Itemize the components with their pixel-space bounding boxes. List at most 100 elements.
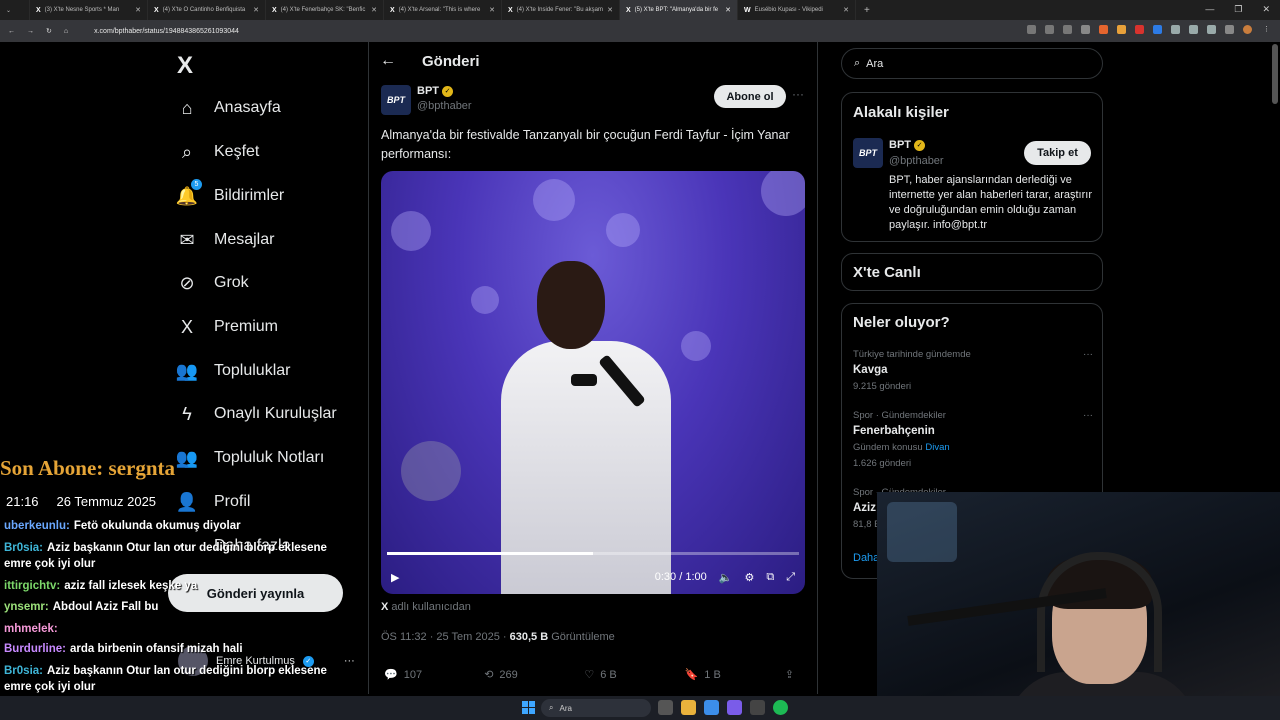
sidebar-item-verified-orgs[interactable]: ϟ Onaylı Kuruluşlar bbox=[176, 403, 336, 425]
repost-button[interactable]: ⟲ 269 bbox=[484, 668, 584, 682]
extension-icon[interactable] bbox=[1117, 25, 1126, 34]
close-icon[interactable]: ✕ bbox=[489, 6, 495, 14]
more-icon[interactable]: ··· bbox=[344, 655, 355, 667]
video-progress-bar[interactable] bbox=[387, 552, 799, 555]
minimize-icon[interactable]: — bbox=[1205, 4, 1214, 15]
spotify-icon[interactable] bbox=[773, 700, 788, 715]
follow-button[interactable]: Takip et bbox=[1024, 141, 1091, 165]
discord-icon[interactable] bbox=[727, 700, 742, 715]
back-icon[interactable]: ← bbox=[8, 28, 15, 35]
author-avatar[interactable]: BPT bbox=[381, 85, 411, 115]
extension-icon[interactable] bbox=[1099, 25, 1108, 34]
sidebar-item-community-notes[interactable]: 👥 Topluluk Notları bbox=[176, 447, 324, 469]
video-source[interactable]: X adlı kullanıcıdan bbox=[381, 601, 471, 613]
heart-icon: ♡ bbox=[584, 669, 595, 681]
forward-icon[interactable]: → bbox=[27, 28, 34, 35]
close-icon[interactable]: ✕ bbox=[607, 6, 613, 14]
sidebar-item-label: Topluluklar bbox=[214, 362, 291, 379]
more-icon[interactable]: ··· bbox=[1083, 410, 1093, 421]
obs-icon[interactable] bbox=[750, 700, 765, 715]
sidebar-item-profile[interactable]: 👤 Profil bbox=[176, 491, 251, 513]
like-button[interactable]: ♡ 6 B bbox=[584, 668, 684, 682]
zoom-icon[interactable] bbox=[1045, 25, 1054, 34]
extension-icon[interactable] bbox=[1135, 25, 1144, 34]
search-icon: ⌕ bbox=[549, 703, 554, 712]
author-handle[interactable]: @bpthaber bbox=[417, 100, 472, 112]
new-tab-button[interactable]: + bbox=[864, 5, 870, 16]
maximize-icon[interactable]: ❐ bbox=[1234, 4, 1242, 15]
browser-menu-icon[interactable]: ⋮ bbox=[1263, 25, 1270, 33]
bookmark-star-icon[interactable] bbox=[1081, 25, 1090, 34]
extension-icon[interactable] bbox=[1189, 25, 1198, 34]
sidebar-item-communities[interactable]: 👥 Topluluklar bbox=[176, 360, 291, 382]
page-scrollbar[interactable] bbox=[1272, 44, 1278, 104]
x-logo-icon[interactable]: X bbox=[177, 52, 193, 80]
close-icon[interactable]: ✕ bbox=[253, 6, 259, 14]
close-icon[interactable]: ✕ bbox=[725, 6, 731, 14]
author-name[interactable]: BPT ✓ bbox=[417, 85, 453, 97]
folder-icon[interactable] bbox=[681, 700, 696, 715]
profile-avatar[interactable] bbox=[1243, 25, 1252, 34]
chrome-icon[interactable] bbox=[704, 700, 719, 715]
tab-menu-icon[interactable]: ⌄ bbox=[6, 7, 11, 14]
x-logo-icon: X bbox=[626, 6, 631, 14]
browser-tab[interactable]: X (4) X'te Fenerbahçe SK: "Benfic ✕ bbox=[266, 0, 384, 20]
tab-nesne-sports[interactable]: ⌄ bbox=[0, 0, 30, 20]
close-icon[interactable]: ✕ bbox=[843, 6, 849, 14]
back-arrow-icon[interactable]: ← bbox=[380, 52, 396, 70]
share-icon[interactable] bbox=[1063, 25, 1072, 34]
browser-tab[interactable]: X (4) X'te Arsenal: "This is where ✕ bbox=[384, 0, 502, 20]
volume-icon[interactable]: 🔈 bbox=[719, 571, 733, 584]
close-window-icon[interactable]: ✕ bbox=[1262, 4, 1270, 15]
reload-icon[interactable]: ↻ bbox=[46, 27, 52, 35]
subscribe-button[interactable]: Abone ol bbox=[714, 85, 786, 108]
sidebar-item-premium[interactable]: X Premium bbox=[176, 316, 278, 338]
sidebar-icon[interactable] bbox=[1225, 25, 1234, 34]
browser-tab[interactable]: W Eusébio Kupası - Vikipedi ✕ bbox=[738, 0, 856, 20]
extension-icon[interactable] bbox=[1171, 25, 1180, 34]
more-options-icon[interactable]: ··· bbox=[792, 87, 804, 101]
url-field[interactable]: x.com/bpthaber/status/194884386526109304… bbox=[94, 28, 239, 35]
windows-start-icon[interactable] bbox=[522, 701, 535, 714]
avatar[interactable]: BPT bbox=[853, 138, 883, 168]
browser-tab-active[interactable]: X (5) X'te BPT: "Almanya'da bir fe ✕ bbox=[620, 0, 738, 20]
fullscreen-icon[interactable]: ⤢ bbox=[786, 571, 795, 584]
trend-link[interactable]: Divan bbox=[925, 442, 949, 453]
sidebar-item-grok[interactable]: ⊘ Grok bbox=[176, 272, 248, 294]
sidebar-item-home[interactable]: ⌂ Anasayfa bbox=[176, 97, 281, 119]
video-player[interactable]: ▶ 0:30 / 1:00 🔈 ⚙ ⧉ ⤢ bbox=[381, 171, 805, 594]
play-icon[interactable]: ▶ bbox=[391, 571, 399, 584]
trend-item[interactable]: Spor · Gündemdekiler Fenerbahçenin Günde… bbox=[853, 410, 1093, 469]
file-explorer-icon[interactable] bbox=[658, 700, 673, 715]
extension-icon[interactable] bbox=[1153, 25, 1162, 34]
reply-button[interactable]: 💬 107 bbox=[384, 668, 484, 682]
browser-tab[interactable]: X (4) X'te Inside Fener: "Bu akşam ✕ bbox=[502, 0, 620, 20]
x-logo-icon: X bbox=[272, 6, 277, 14]
taskbar-apps bbox=[658, 700, 788, 715]
show-more-link[interactable]: Daha bbox=[853, 552, 879, 564]
taskbar-search[interactable]: ⌕ Ara bbox=[541, 699, 651, 717]
browser-tab[interactable]: X (4) X'te O Cantinho Benfiquista ✕ bbox=[148, 0, 266, 20]
extensions-puzzle-icon[interactable] bbox=[1207, 25, 1216, 34]
settings-gear-icon[interactable]: ⚙ bbox=[744, 571, 754, 584]
trend-item[interactable]: Türkiye tarihinde gündemde Kavga 9.215 g… bbox=[853, 349, 1093, 392]
webcam-overlay bbox=[877, 492, 1280, 720]
share-button[interactable]: ⇪ bbox=[785, 668, 804, 681]
close-icon[interactable]: ✕ bbox=[135, 6, 141, 14]
search-input[interactable]: ⌕ Ara bbox=[841, 48, 1103, 79]
bookmark-button[interactable]: 🔖 1 B bbox=[685, 668, 785, 682]
sidebar-item-notifications[interactable]: 🔔 5 Bildirimler bbox=[176, 179, 284, 207]
browser-tab[interactable]: X (3) X'te Nesne Sports * Man ✕ bbox=[30, 0, 148, 20]
sidebar-item-messages[interactable]: ✉ Mesajlar bbox=[176, 229, 274, 251]
close-icon[interactable]: ✕ bbox=[371, 6, 377, 14]
more-icon[interactable]: ··· bbox=[1083, 349, 1093, 360]
home-icon[interactable]: ⌂ bbox=[64, 28, 68, 35]
repost-icon: ⟲ bbox=[484, 669, 494, 681]
sidebar-item-explore[interactable]: ⌕ Keşfet bbox=[176, 141, 259, 163]
live-card[interactable]: X'te Canlı bbox=[841, 253, 1103, 291]
cast-icon[interactable] bbox=[1027, 25, 1036, 34]
sidebar-item-label: Mesajlar bbox=[214, 231, 275, 248]
related-name[interactable]: BPT ✓ bbox=[889, 139, 925, 151]
pip-icon[interactable]: ⧉ bbox=[766, 571, 774, 584]
related-handle[interactable]: @bpthaber bbox=[889, 155, 944, 167]
